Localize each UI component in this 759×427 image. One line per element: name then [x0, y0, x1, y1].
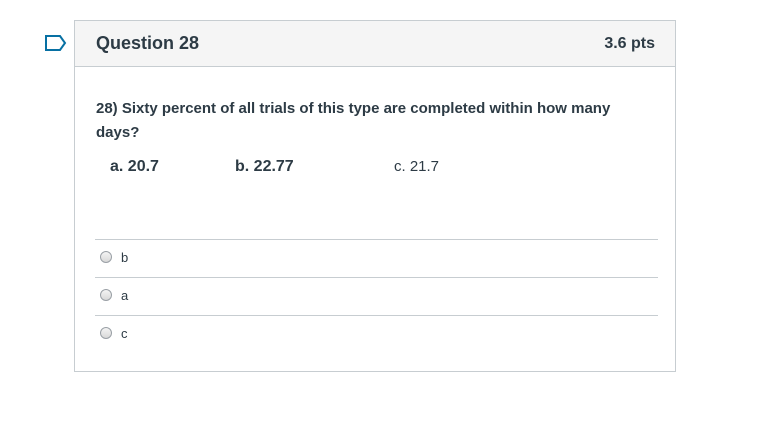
- question-card: Question 28 3.6 pts 28) Sixty percent of…: [74, 20, 676, 372]
- answer-label: a: [121, 288, 129, 303]
- answer-label: c: [121, 326, 128, 341]
- question-title: Question 28: [96, 33, 200, 53]
- choice-a-text: a. 20.7: [110, 158, 159, 175]
- answer-option-b[interactable]: b: [95, 239, 658, 277]
- radio-button[interactable]: [100, 251, 112, 263]
- answer-option-c[interactable]: c: [95, 315, 658, 353]
- radio-button[interactable]: [100, 327, 112, 339]
- question-header: Question 28 3.6 pts: [75, 21, 675, 67]
- radio-button[interactable]: [100, 289, 112, 301]
- answer-option-a[interactable]: a: [95, 277, 658, 315]
- answer-list: b a c: [95, 239, 658, 353]
- flag-question-button[interactable]: [44, 34, 68, 52]
- question-points: 3.6 pts: [604, 35, 655, 52]
- flag-icon: [45, 35, 67, 51]
- question-text: 28) Sixty percent of all trials of this …: [96, 100, 611, 141]
- choice-c-text: c. 21.7: [394, 158, 440, 175]
- choice-b-text: b. 22.77: [235, 158, 294, 175]
- answer-label: b: [121, 250, 129, 265]
